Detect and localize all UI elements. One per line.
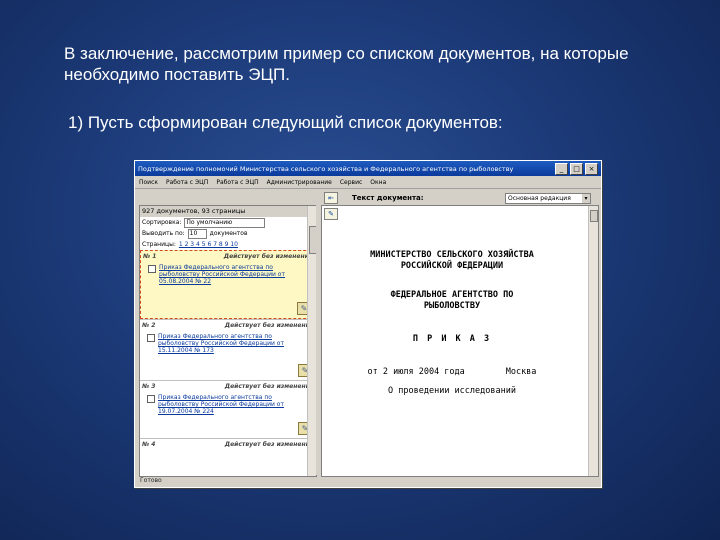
menu-item-ecp-2[interactable]: Работа с ЭЦП [216, 179, 258, 186]
menu-item-ecp[interactable]: Работа с ЭЦП [166, 179, 208, 186]
document-list-pane: 927 документов, 93 страницы Сортировка: … [139, 205, 317, 477]
doc-checkbox[interactable] [147, 395, 155, 403]
doc-status: Действует без изменений [224, 322, 314, 329]
doc-line: МИНИСТЕРСТВО СЕЛЬСКОГО ХОЗЯЙСТВА [370, 250, 534, 260]
pages-row: Страницы: 1 2 3 4 5 6 7 8 9 10 [140, 239, 316, 250]
list-item[interactable]: № 3 Действует без изменений Приказ Федера… [140, 380, 316, 438]
doc-status: Действует без изменений [224, 441, 314, 448]
doc-line: от 2 июля 2004 года Москва [367, 367, 537, 377]
doc-link[interactable]: Приказ Федерального агентства по рыболов… [158, 333, 314, 354]
doc-checkbox[interactable] [147, 334, 155, 342]
pagination-links[interactable]: 1 2 3 4 5 6 7 8 9 10 [179, 241, 238, 248]
doc-checkbox[interactable] [148, 265, 156, 273]
sort-row: Сортировка: По умолчанию [140, 217, 316, 228]
sort-select[interactable]: По умолчанию [184, 217, 266, 228]
doc-number: № 3 [142, 383, 156, 390]
close-button[interactable]: × [585, 162, 598, 175]
collapse-icon[interactable]: ⇤ [324, 192, 338, 204]
edition-select[interactable]: Основная редакция [505, 192, 591, 204]
doc-line: РОССИЙСКОЙ ФЕДЕРАЦИИ [400, 261, 504, 271]
document-toolbar: ⇤ Текст документа: Основная редакция [321, 191, 597, 205]
menu-item-windows[interactable]: Окна [370, 179, 386, 186]
doc-line: РЫБОЛОВСТВУ [423, 301, 481, 311]
slide-step: 1) Пусть сформирован следующий список до… [68, 113, 503, 132]
pages-label: Страницы: [142, 241, 176, 248]
doc-line: О проведении исследований [388, 386, 516, 396]
window-titlebar: Подтверждение полномочий Министерства се… [135, 161, 601, 176]
app-window: Подтверждение полномочий Министерства се… [134, 160, 602, 488]
menu-item-admin[interactable]: Администрирование [267, 179, 332, 186]
doc-link[interactable]: Приказ Федерального агентства по рыболов… [158, 394, 314, 415]
doc-status: Действует без изменений [224, 383, 314, 390]
list-header: 927 документов, 93 страницы [140, 206, 316, 217]
list-item[interactable]: № 1 Действует без изменений Приказ Федера… [140, 250, 316, 319]
left-toolbar [139, 191, 315, 203]
sort-label: Сортировка: [142, 219, 182, 226]
page-size-select[interactable]: 10 [187, 228, 207, 239]
menu-item-service[interactable]: Сервис [340, 179, 362, 186]
status-bar: Готово [140, 477, 162, 484]
document-text-pane: ✎ МИНИСТЕРСТВО СЕЛЬСКОГО ХОЗЯЙСТВА РОССИ… [321, 205, 599, 477]
minimize-button[interactable]: _ [555, 162, 568, 175]
scroll-thumb[interactable] [590, 210, 598, 222]
document-text: МИНИСТЕРСТВО СЕЛЬСКОГО ХОЗЯЙСТВА РОССИЙС… [322, 220, 582, 397]
doc-link[interactable]: Приказ Федерального агентства по рыболов… [159, 264, 313, 285]
list-item[interactable]: № 4 Действует без изменений [140, 438, 316, 456]
left-scrollbar[interactable] [307, 206, 316, 476]
doc-status: Действует без изменений [223, 253, 313, 260]
page-size-suffix: документов [209, 230, 248, 237]
menu-item-search[interactable]: Поиск [139, 179, 158, 186]
edit-icon[interactable]: ✎ [324, 208, 338, 220]
right-scrollbar[interactable] [588, 206, 598, 476]
doc-line: П Р И К А З [412, 334, 492, 344]
doc-line: ФЕДЕРАЛЬНОЕ АГЕНТСТВО ПО [390, 290, 514, 300]
doc-number: № 2 [142, 322, 156, 329]
doc-number: № 1 [143, 253, 157, 260]
menu-bar: Поиск Работа с ЭЦП Работа с ЭЦП Админист… [135, 176, 601, 189]
doc-number: № 4 [142, 441, 156, 448]
maximize-button[interactable]: □ [570, 162, 583, 175]
document-text-label: Текст документа: [352, 194, 424, 202]
page-size-row: Выводить по: 10 документов [140, 228, 316, 239]
list-item[interactable]: № 2 Действует без изменений Приказ Федера… [140, 319, 316, 380]
slide-title: В заключение, рассмотрим пример со списк… [64, 44, 629, 84]
page-size-label: Выводить по: [142, 230, 185, 237]
window-title: Подтверждение полномочий Министерства се… [138, 164, 514, 173]
